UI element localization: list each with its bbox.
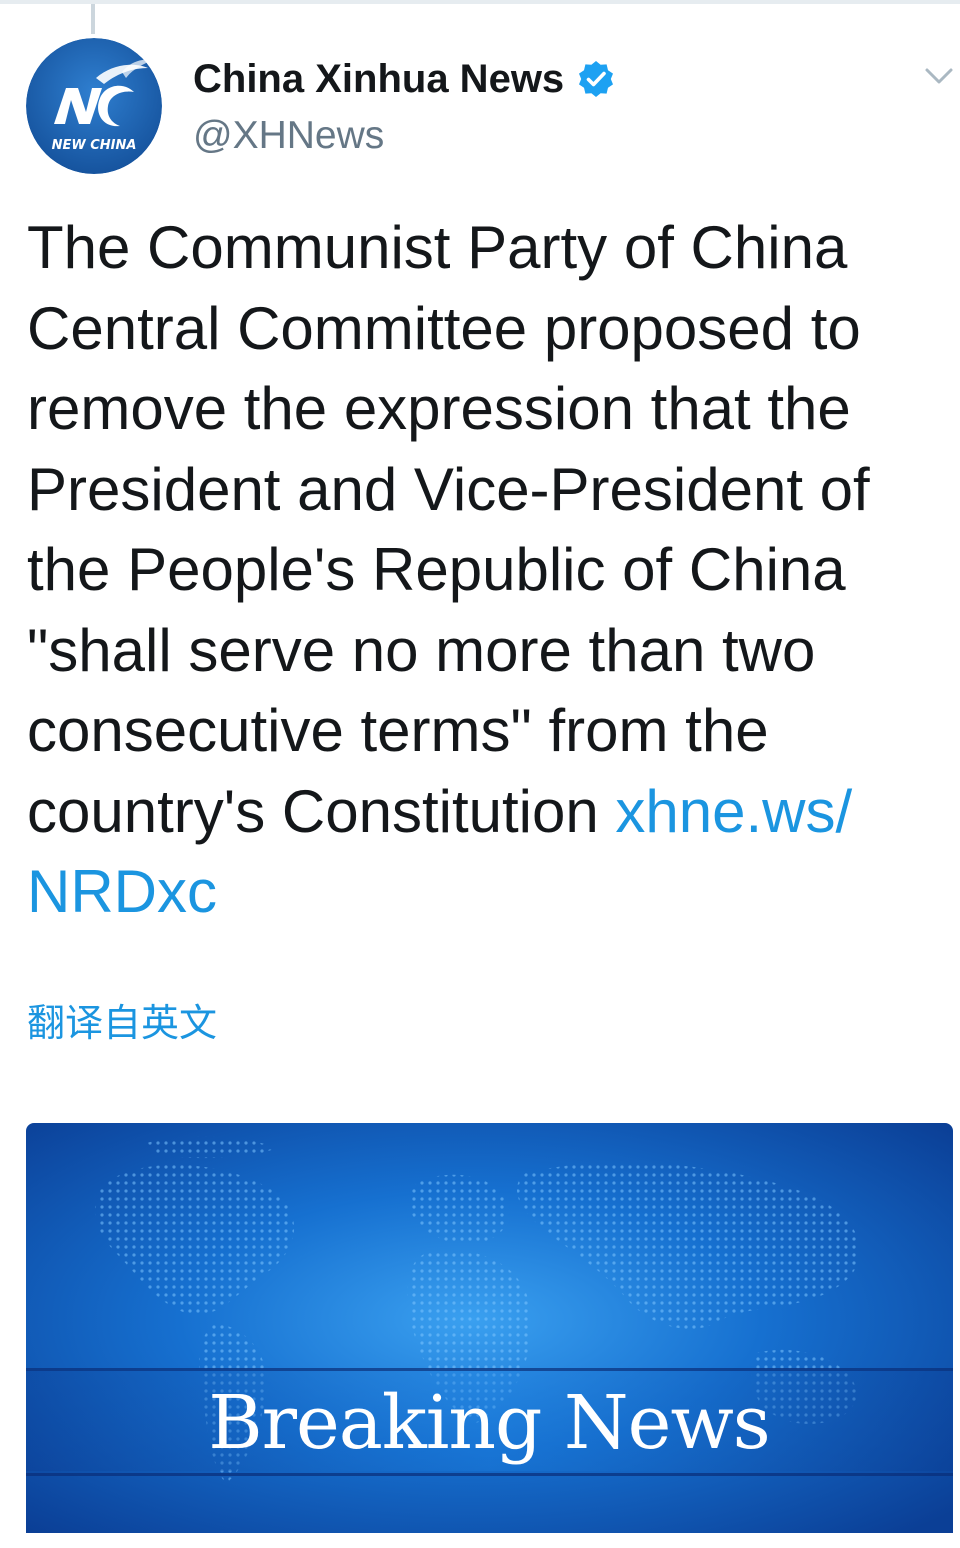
tweet-line: country's Constitution [27,777,616,845]
display-name[interactable]: China Xinhua News [193,57,564,102]
tweet-line: consecutive terms" from the [27,697,769,764]
tweet-link-part2[interactable]: NRDxc [27,858,217,925]
tweet-line: The Communist Party of China [27,214,848,281]
tweet-line: the People's Republic of China [27,536,846,603]
xinhua-logo-icon: NEW CHINA [26,38,162,174]
avatar[interactable]: NEW CHINA [26,38,162,174]
tweet-line: Central Committee proposed to [27,294,861,362]
verified-badge-icon [579,61,614,97]
tweet-text: The Communist Party of China Central Comm… [27,208,942,933]
tweet-line: President and Vice-President of [27,455,870,523]
media-card[interactable]: Breaking News [26,1123,953,1533]
chevron-down-icon[interactable] [923,62,955,90]
account-name-row[interactable]: China Xinhua News [193,54,616,104]
account-handle[interactable]: @XHNews [193,114,384,158]
tweet-link-part1[interactable]: xhne.ws/ [615,778,852,845]
thread-line [91,4,95,34]
top-border [0,0,960,4]
translate-tweet-link[interactable]: 翻译自英文 [27,992,217,1047]
media-caption: Breaking News [208,1380,770,1466]
tweet-line: "shall serve no more than two [27,616,816,684]
breaking-news-image: Breaking News [26,1123,953,1533]
avatar-label: NEW CHINA [52,138,137,153]
tweet-line: remove the expression that the [27,375,851,442]
